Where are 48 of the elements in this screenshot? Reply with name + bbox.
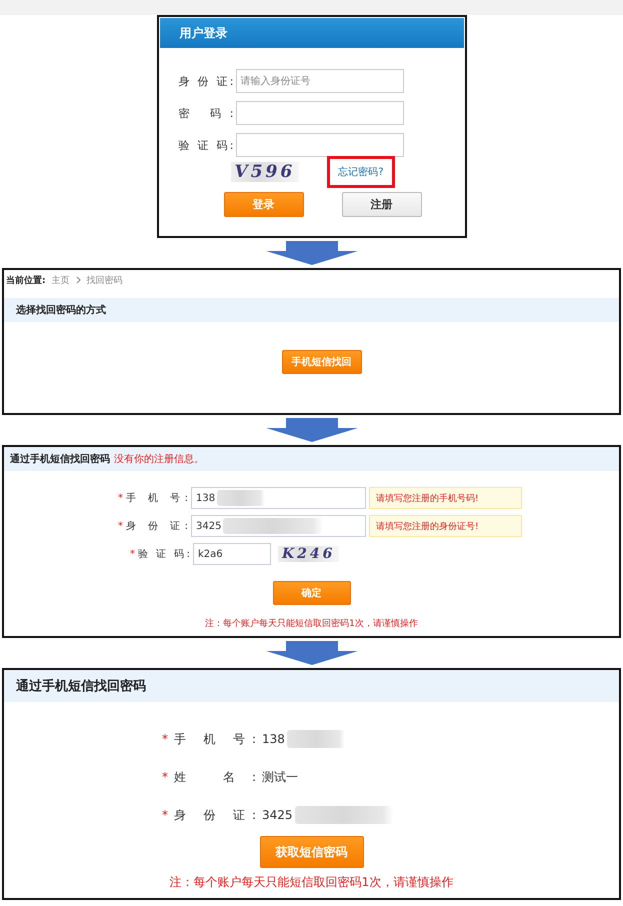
error-message: 没有你的注册信息。 — [114, 452, 204, 466]
input-field[interactable]: 138 — [191, 487, 366, 509]
confirm-button[interactable]: 确定 — [272, 581, 350, 605]
input-field[interactable]: k2a6 — [193, 543, 271, 565]
field-value: 138 — [262, 732, 285, 746]
breadcrumb-link[interactable]: 主页 — [52, 274, 70, 286]
required-marker: * — [162, 732, 168, 746]
note-text: 注：每个账户每天只能短信取回密码1次，请谨慎操作 — [205, 618, 418, 630]
panel-title: 用户登录 — [160, 18, 464, 48]
captcha-image: K246 — [278, 546, 340, 562]
input-field[interactable]: 请输入身份证号 — [236, 69, 404, 93]
down-arrow-icon — [266, 241, 358, 265]
field-label: 身 份 证: — [126, 520, 188, 533]
field-label: 手 机 号: — [126, 492, 188, 505]
note-text: 注：每个账户每天只能短信取回密码1次，请谨慎操作 — [170, 874, 454, 891]
section-title: 通过手机短信找回密码 — [16, 678, 146, 695]
chevron-right-icon — [76, 276, 81, 284]
required-marker: * — [118, 520, 123, 532]
required-marker: * — [162, 770, 168, 784]
input-field[interactable] — [236, 101, 404, 125]
field-value: 测试一 — [262, 768, 298, 786]
field-label: 身 份 证: — [174, 806, 256, 824]
sms-recovery-button[interactable]: 手机短信找回 — [282, 350, 362, 374]
field-label: 验 证 码: — [178, 138, 234, 152]
required-marker: * — [162, 808, 168, 822]
hint-message: 请填写您注册的身份证号! — [369, 515, 522, 537]
field-label: 身 份 证: — [178, 74, 234, 88]
field-label: 手 机 号: — [174, 730, 256, 748]
required-marker: * — [118, 492, 123, 504]
breadcrumb-label: 当前位置: — [6, 274, 46, 286]
login-button[interactable]: 登录 — [224, 192, 304, 216]
field-label: 验 证 码: — [138, 548, 190, 561]
input-field[interactable] — [236, 133, 404, 157]
forgot-password-link[interactable]: 忘记密码? — [327, 156, 394, 188]
register-button[interactable]: 注册 — [342, 192, 422, 216]
required-marker: * — [130, 548, 135, 560]
down-arrow-icon — [266, 418, 358, 442]
down-arrow-icon — [266, 641, 358, 665]
section-title: 通过手机短信找回密码 — [10, 452, 110, 466]
hint-message: 请填写您注册的手机号码! — [369, 487, 522, 509]
get-sms-password-button[interactable]: 获取短信密码 — [260, 836, 364, 868]
input-field[interactable]: 3425 — [191, 515, 366, 537]
breadcrumb-link[interactable]: 找回密码 — [86, 274, 123, 286]
field-label: 密 码: — [178, 106, 234, 120]
captcha-image: V596 — [230, 162, 300, 182]
field-label: 姓 名: — [174, 768, 256, 786]
section-header: 选择找回密码的方式 — [4, 298, 619, 322]
field-value: 3425 — [262, 808, 293, 822]
